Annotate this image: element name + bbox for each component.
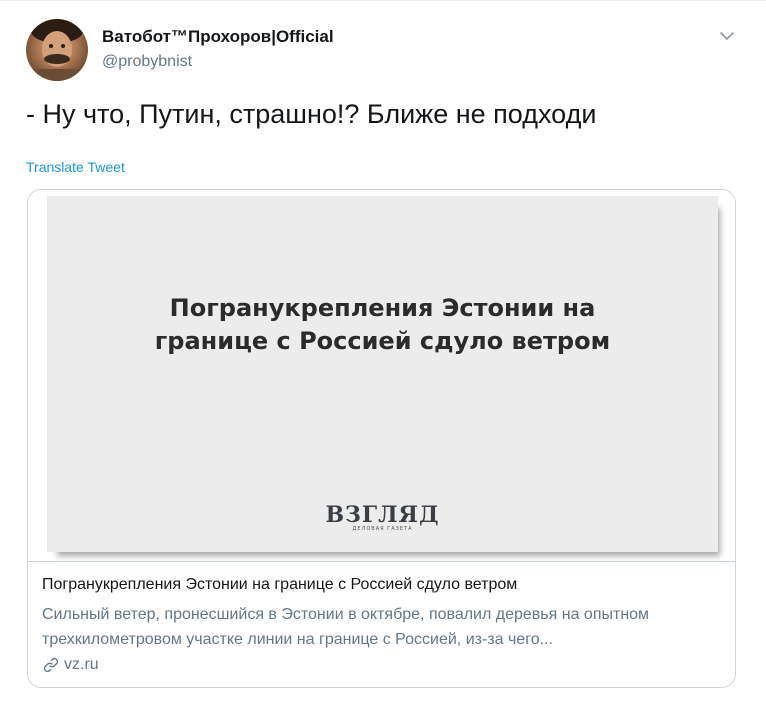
card-image-panel: Погранукрепления Эстонии на границе с Ро…	[47, 196, 718, 552]
link-preview-card[interactable]: Погранукрепления Эстонии на границе с Ро…	[27, 189, 736, 688]
chevron-down-icon[interactable]	[716, 25, 738, 47]
card-divider	[28, 561, 735, 562]
avatar-image	[26, 19, 88, 81]
link-icon	[43, 657, 59, 673]
publisher-logo-word: ВЗГЛЯД	[325, 502, 440, 528]
translate-tweet-link[interactable]: Translate Tweet	[26, 159, 125, 175]
card-title[interactable]: Погранукрепления Эстонии на границе с Ро…	[42, 576, 722, 594]
tweet: Ватобот™Прохоров|Official @probybnist - …	[0, 0, 766, 705]
tweet-text: - Ну что, Путин, страшно!? Ближе не подх…	[26, 99, 597, 129]
publisher-logo-subtitle: ДЕЛОВАЯ ГАЗЕТА	[352, 526, 413, 532]
user-avatar[interactable]	[26, 19, 88, 81]
card-image-headline-line2: границе с Россией сдуло ветром	[154, 327, 611, 355]
author-display-name[interactable]: Ватобот™Прохоров|Official	[102, 27, 334, 47]
card-domain-label: vz.ru	[64, 656, 99, 673]
author-handle[interactable]: @probybnist	[102, 53, 192, 71]
publisher-logo: ВЗГЛЯД ДЕЛОВАЯ ГАЗЕТА	[47, 504, 718, 532]
card-description: Сильный ветер, пронесшийся в Эстонии в о…	[42, 606, 650, 648]
card-image-headline-line1: Погранукрепления Эстонии на	[169, 294, 596, 322]
card-domain[interactable]: vz.ru	[42, 656, 99, 674]
card-image: Погранукрепления Эстонии на границе с Ро…	[28, 190, 735, 561]
card-image-headline: Погранукрепления Эстонии на границе с Ро…	[47, 292, 718, 358]
